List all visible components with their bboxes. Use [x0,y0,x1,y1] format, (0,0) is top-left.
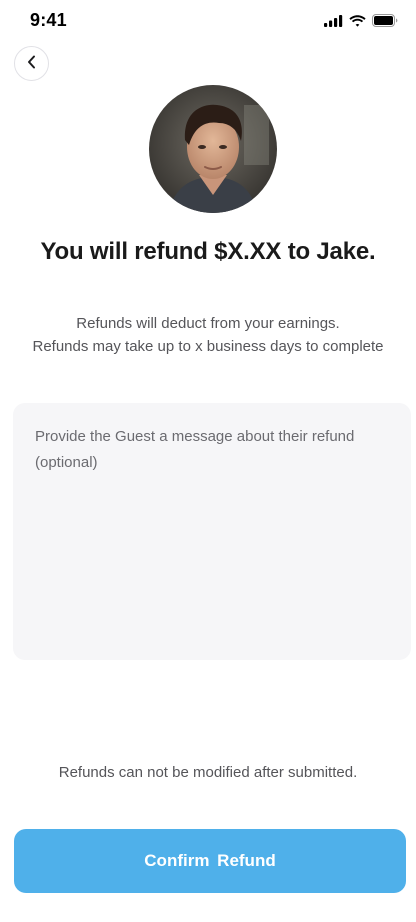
status-time: 9:41 [30,10,67,30]
status-bar: 9:41 [0,0,416,44]
back-button[interactable] [14,46,49,81]
confirm-refund-button[interactable]: Confirm Refund [14,829,406,893]
wifi-icon [349,14,366,27]
refund-message-input[interactable] [13,403,411,660]
refund-footnote: Refunds can not be modified after submit… [58,764,358,781]
cellular-signal-icon [324,14,343,27]
refund-screen: 9:41 You will refund $X.XX to Jake. Refu… [0,0,416,922]
refund-info-line: Refunds may take up to x business days t… [32,338,384,355]
refund-info-line: Refunds will deduct from your earnings. [76,315,340,332]
refund-info: Refunds will deduct from your earnings. … [0,312,416,358]
refund-title: You will refund $X.XX to Jake. [40,238,376,265]
status-icons [324,14,398,27]
battery-icon [372,14,398,27]
avatar [149,85,277,213]
chevron-left-icon [26,55,38,72]
